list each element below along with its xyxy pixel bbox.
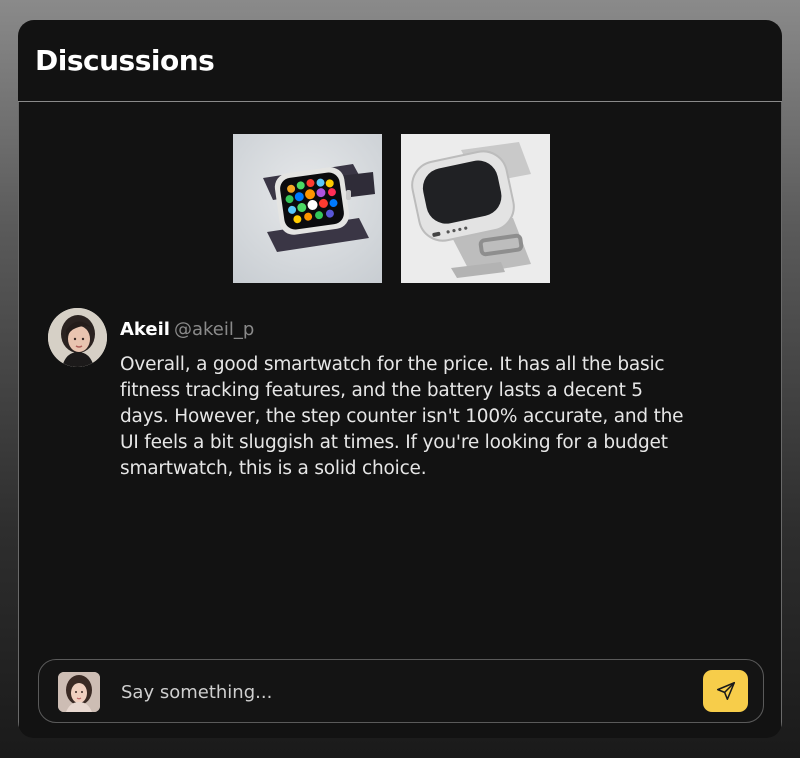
panel-header: Discussions xyxy=(18,20,782,102)
send-icon xyxy=(716,681,735,701)
author-handle[interactable]: @akeil_p xyxy=(174,319,254,340)
attachment-image-2[interactable] xyxy=(401,134,550,283)
attachment-image-1[interactable] xyxy=(233,134,382,283)
comment-text: Overall, a good smartwatch for the price… xyxy=(120,354,684,479)
smartwatch-image xyxy=(411,142,531,278)
discussion-body: Akeil @akeil_p Overall, a good smartwatch… xyxy=(18,102,782,738)
author-name[interactable]: Akeil xyxy=(120,319,170,340)
user-portrait-icon xyxy=(58,672,100,712)
avatar[interactable] xyxy=(48,308,107,367)
comment: Akeil @akeil_p Overall, a good smartwatch… xyxy=(120,317,690,482)
send-button[interactable] xyxy=(703,670,748,712)
user-portrait-icon xyxy=(48,308,107,367)
comment-author: Akeil @akeil_p xyxy=(120,317,690,343)
smartwatch-image xyxy=(263,164,375,252)
discussions-panel: Discussions Akeil @akeil_p Overall, a go… xyxy=(18,20,782,738)
current-user-avatar xyxy=(58,672,100,712)
comment-input[interactable] xyxy=(121,674,681,710)
page-title: Discussions xyxy=(35,44,215,77)
comment-composer xyxy=(38,659,764,723)
